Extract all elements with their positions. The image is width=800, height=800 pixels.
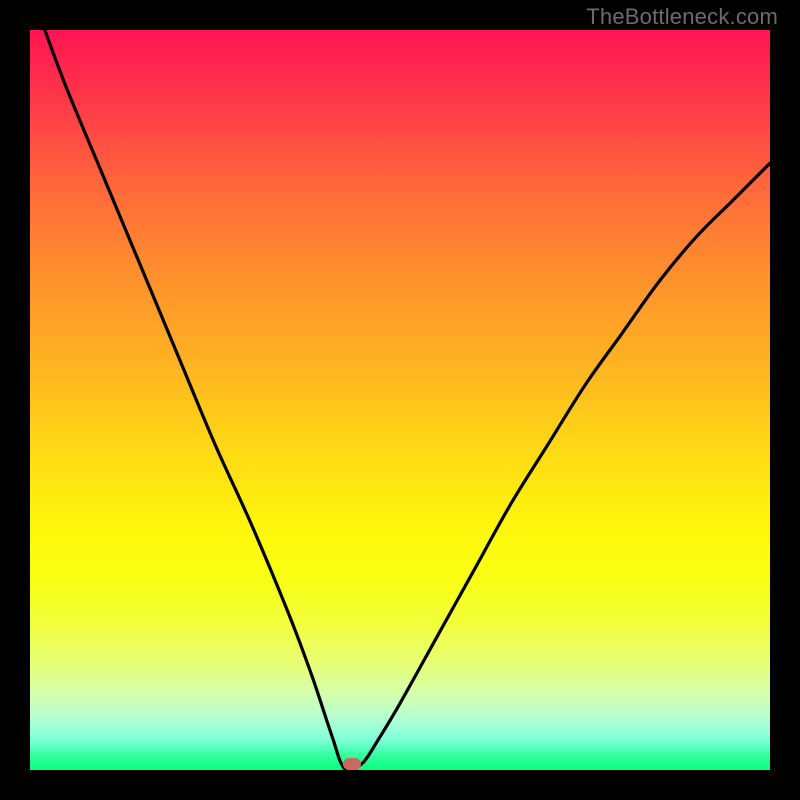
plot-area — [30, 30, 770, 770]
chart-frame: TheBottleneck.com — [0, 0, 800, 800]
bottleneck-curve — [30, 30, 770, 770]
optimal-marker — [343, 758, 361, 770]
curve-path — [45, 30, 770, 770]
watermark-text: TheBottleneck.com — [586, 4, 778, 30]
